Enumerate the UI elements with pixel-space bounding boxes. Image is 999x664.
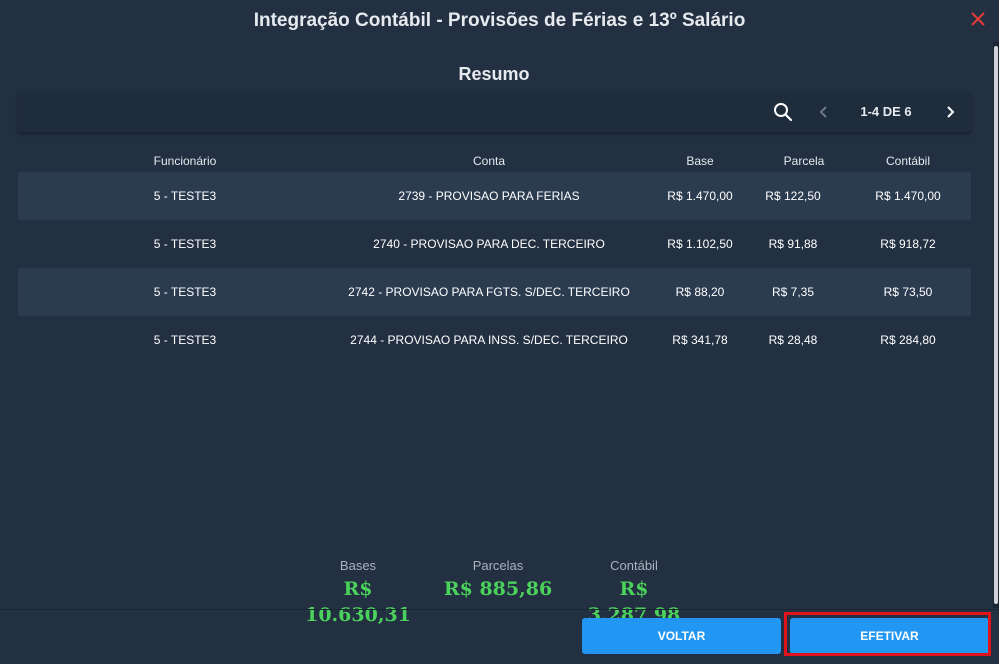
cell-conta: 2740 - PROVISAO PARA DEC. TERCEIRO — [373, 237, 605, 251]
table-row[interactable]: 5 - TESTE3 2744 - PROVISAO PARA INSS. S/… — [18, 316, 971, 364]
cell-parcela: R$ 7,35 — [771, 285, 815, 299]
column-header-contabil[interactable]: Contábil — [850, 154, 966, 168]
close-icon[interactable] — [967, 8, 989, 30]
cell-funcionario: 5 - TESTE3 — [153, 189, 217, 203]
cell-funcionario: 5 - TESTE3 — [153, 285, 217, 299]
table-row[interactable]: 5 - TESTE3 2742 - PROVISAO PARA FGTS. S/… — [18, 268, 971, 316]
column-header-base[interactable]: Base — [650, 154, 750, 168]
total-parcelas-value: R$ 885,86 — [443, 578, 553, 600]
section-title: Resumo — [458, 64, 530, 84]
total-bases-value: R$ 10.630,31 — [305, 578, 411, 626]
cell-contabil: R$ 1.470,00 — [875, 189, 941, 203]
cell-base: R$ 1.470,00 — [667, 189, 733, 203]
table-row[interactable]: 5 - TESTE3 2739 - PROVISAO PARA FERIAS R… — [18, 172, 971, 220]
cell-funcionario: 5 - TESTE3 — [153, 333, 217, 347]
total-bases: Bases R$ 10.630,31 — [294, 556, 422, 626]
total-contabil-label: Contábil — [610, 558, 658, 573]
total-bases-label: Bases — [339, 558, 377, 573]
column-header-funcionario[interactable]: Funcionário — [134, 154, 236, 168]
column-header-parcela[interactable]: Parcela — [754, 154, 854, 168]
dialog-title: Integração Contábil - Provisões de Féria… — [253, 10, 746, 31]
chevron-right-icon[interactable] — [940, 101, 960, 123]
total-parcelas: Parcelas R$ 885,86 — [436, 556, 560, 606]
cell-base: R$ 1.102,50 — [667, 237, 733, 251]
cell-contabil: R$ 73,50 — [883, 285, 933, 299]
dialog: Integração Contábil - Provisões de Féria… — [0, 0, 999, 664]
efetivar-highlight-frame — [784, 612, 991, 656]
cell-funcionario: 5 - TESTE3 — [153, 237, 217, 251]
total-contabil: Contábil R$ 3.287,98 — [570, 556, 698, 626]
cell-base: R$ 341,78 — [672, 333, 728, 347]
chevron-left-icon[interactable] — [814, 101, 834, 123]
cell-base: R$ 88,20 — [675, 285, 725, 299]
cell-conta: 2744 - PROVISAO PARA INSS. S/DEC. TERCEI… — [350, 333, 628, 347]
total-parcelas-label: Parcelas — [472, 558, 524, 573]
voltar-button[interactable]: VOLTAR — [582, 618, 781, 654]
cell-conta: 2742 - PROVISAO PARA FGTS. S/DEC. TERCEI… — [348, 285, 630, 299]
cell-parcela: R$ 91,88 — [768, 237, 818, 251]
cell-conta: 2739 - PROVISAO PARA FERIAS — [398, 189, 580, 203]
scrollbar-thumb[interactable] — [994, 46, 998, 604]
table-row[interactable]: 5 - TESTE3 2740 - PROVISAO PARA DEC. TER… — [18, 220, 971, 268]
table-header: Funcionário Conta Base Parcela Contábil — [18, 150, 971, 172]
column-header-conta[interactable]: Conta — [318, 154, 660, 168]
cell-contabil: R$ 918,72 — [880, 237, 936, 251]
cell-contabil: R$ 284,80 — [880, 333, 936, 347]
table-toolbar: 1-4 DE 6 — [18, 92, 971, 132]
footer-divider — [0, 609, 999, 610]
search-icon[interactable] — [772, 101, 794, 123]
cell-parcela: R$ 28,48 — [768, 333, 818, 347]
pagination-info: 1-4 DE 6 — [860, 104, 912, 119]
cell-parcela: R$ 122,50 — [765, 189, 821, 203]
